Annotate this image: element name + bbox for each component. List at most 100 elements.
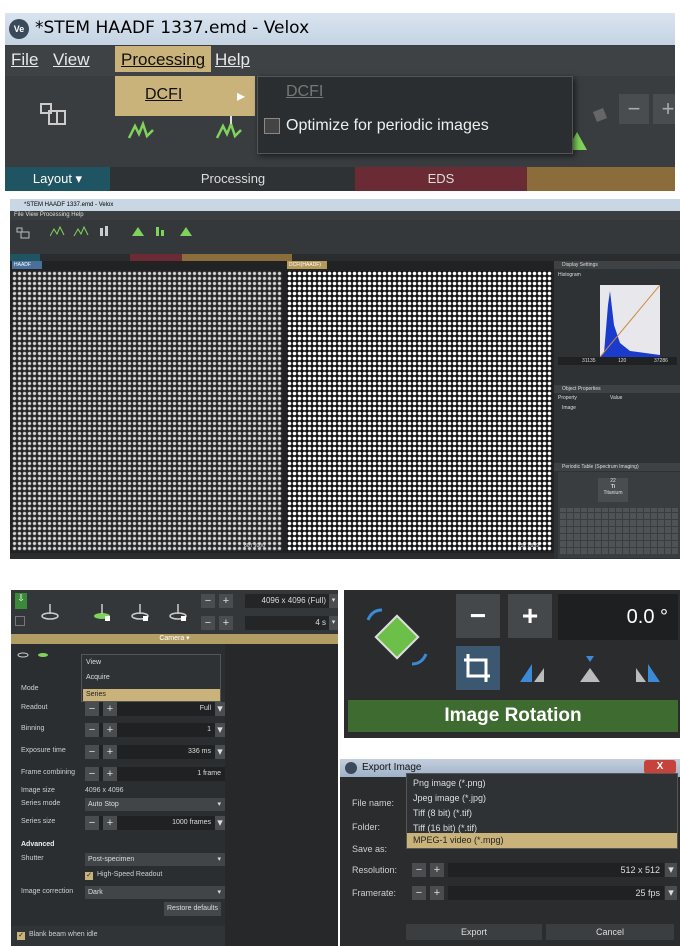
beam-icon-3[interactable] — [129, 602, 151, 624]
format-tiff8[interactable]: Tiff (8 bit) (*.tif) — [413, 808, 472, 818]
popup-view[interactable]: View — [86, 659, 101, 666]
series-minus[interactable]: − — [85, 816, 99, 830]
zoom-minus-button[interactable]: − — [619, 94, 649, 124]
frame-counter-left: 80 / 1000 — [244, 543, 265, 549]
menu-view[interactable]: View — [53, 50, 90, 70]
exposure-field[interactable]: − + 336 ms ▾ — [85, 745, 225, 759]
res-minus-button[interactable]: − — [201, 594, 215, 608]
spectrum-icon[interactable] — [127, 116, 155, 144]
mode-icons[interactable] — [17, 646, 61, 658]
readout-chevron-icon[interactable]: ▾ — [215, 702, 225, 716]
image-correction-select[interactable]: Dark ▾ — [85, 886, 225, 899]
blank-beam-checkbox[interactable]: ✓ — [17, 932, 25, 940]
zoom-plus-button[interactable]: + — [653, 94, 675, 124]
readout-plus[interactable]: + — [103, 702, 117, 716]
periodic-table-header[interactable]: Periodic Table (Spectrum Imaging) — [554, 463, 680, 471]
window-title: *STEM HAADF 1337.emd - Velox — [35, 18, 310, 38]
haadf-image[interactable] — [12, 271, 282, 551]
camera-section-bar[interactable]: Camera ▾ — [11, 634, 338, 644]
popup-acquire[interactable]: Acquire — [86, 674, 110, 681]
layout-dropdown[interactable]: Layout ▾ — [5, 167, 110, 191]
close-button[interactable]: X — [644, 760, 676, 774]
element-grid[interactable] — [560, 508, 679, 554]
optimize-checkbox[interactable] — [264, 118, 280, 134]
resolution-chevron-icon[interactable]: ▾ — [329, 594, 338, 608]
element-icon[interactable] — [585, 106, 613, 134]
cancel-button[interactable]: Cancel — [546, 924, 674, 940]
popup-series[interactable]: Series — [86, 691, 106, 698]
beam-icon-1[interactable] — [39, 602, 61, 624]
tab-haadf[interactable]: HAADF — [12, 261, 42, 269]
binning-field[interactable]: − + 1 ▾ — [85, 723, 225, 737]
export-resolution-chevron-icon[interactable]: ▾ — [665, 863, 677, 877]
object-properties-header[interactable]: Object Properties — [554, 385, 680, 393]
format-tiff16[interactable]: Tiff (16 bit) (*.tif) — [413, 823, 477, 833]
tab-dcfi-haadf[interactable]: DCFI(HAADF) — [287, 261, 327, 269]
layout-icon[interactable] — [39, 100, 67, 128]
dcfi-menu-item[interactable]: DCFI — [145, 86, 182, 104]
series-size-field[interactable]: − + 1000 frames ▾ — [85, 816, 225, 830]
beam-icon-4[interactable] — [167, 602, 189, 624]
rotate-plus-button[interactable]: + — [508, 594, 552, 638]
format-png[interactable]: Png image (*.png) — [413, 778, 486, 788]
exposure-minus[interactable]: − — [85, 745, 99, 759]
settings-square-icon[interactable] — [15, 616, 25, 626]
frame-combining-field[interactable]: − + 1 frame — [85, 767, 225, 781]
frame-minus[interactable]: − — [85, 767, 99, 781]
resolution-field[interactable]: 4096 x 4096 (Full) — [245, 594, 329, 608]
readout-field[interactable]: − + Full ▾ — [85, 702, 225, 716]
dcfi-filtered-image[interactable] — [287, 271, 552, 551]
binning-chevron-icon[interactable]: ▾ — [215, 723, 225, 737]
time-plus-button[interactable]: + — [219, 616, 233, 630]
framerate-field[interactable]: 25 fps — [448, 886, 664, 900]
menu-processing[interactable]: Processing — [115, 46, 212, 72]
flip-left-icon[interactable] — [514, 652, 550, 686]
menu-help[interactable]: Help — [215, 50, 250, 70]
format-mpeg[interactable]: MPEG-1 video (*.mpg) — [413, 835, 504, 845]
rotation-angle-field[interactable]: 0.0 ° — [558, 594, 678, 640]
res-plus-button[interactable]: + — [219, 594, 233, 608]
exposure-chevron-icon[interactable]: ▾ — [215, 745, 225, 759]
time-minus-button[interactable]: − — [201, 616, 215, 630]
exposure-plus[interactable]: + — [103, 745, 117, 759]
resolution-minus-button[interactable]: − — [412, 863, 426, 877]
series-mode-select[interactable]: Auto Stop ▾ — [85, 798, 225, 811]
resolution-plus-button[interactable]: + — [430, 863, 444, 877]
time-chevron-icon[interactable]: ▾ — [329, 616, 338, 630]
eds-icons-small[interactable] — [130, 224, 210, 238]
export-resolution-field[interactable]: 512 x 512 — [448, 863, 664, 877]
menu-file[interactable]: File — [11, 50, 38, 70]
framerate-plus-button[interactable]: + — [430, 886, 444, 900]
rotate-minus-button[interactable]: − — [456, 594, 500, 638]
restore-defaults-button[interactable]: Restore defaults — [164, 902, 221, 916]
spectrum-down-icon[interactable] — [215, 116, 243, 144]
framerate-chevron-icon[interactable]: ▾ — [665, 886, 677, 900]
rotate-diamond-icon[interactable] — [358, 600, 436, 686]
series-plus[interactable]: + — [103, 816, 117, 830]
framerate-minus-button[interactable]: − — [412, 886, 426, 900]
binning-minus[interactable]: − — [85, 723, 99, 737]
optimize-periodic-item[interactable]: Optimize for periodic images — [286, 117, 489, 135]
layout-icon-small[interactable] — [16, 226, 30, 240]
crop-rotate-button[interactable] — [456, 646, 500, 690]
frame-counter-right: 252 / 899 — [518, 543, 539, 549]
display-settings-header[interactable]: Display Settings — [554, 261, 680, 269]
element-cell-ti[interactable]: 22 Ti Titanium — [598, 478, 628, 502]
binning-plus[interactable]: + — [103, 723, 117, 737]
flip-right-icon[interactable] — [630, 652, 666, 686]
shutter-select[interactable]: Post-specimen ▾ — [85, 853, 225, 866]
flip-vertical-icon[interactable] — [572, 652, 608, 686]
beam-icon-2[interactable] — [91, 602, 113, 624]
histogram-tab[interactable]: Histogram — [554, 269, 680, 281]
periodic-table[interactable]: 22 Ti Titanium — [558, 472, 680, 558]
readout-minus[interactable]: − — [85, 702, 99, 716]
image-correction-chevron-icon: ▾ — [217, 889, 221, 896]
histogram-chart[interactable] — [599, 284, 661, 358]
time-field[interactable]: 4 s — [245, 616, 329, 630]
series-chevron-icon[interactable]: ▾ — [215, 816, 225, 830]
format-jpeg[interactable]: Jpeg image (*.jpg) — [413, 793, 486, 803]
export-button[interactable]: Export — [406, 924, 542, 940]
frame-plus[interactable]: + — [103, 767, 117, 781]
high-speed-checkbox[interactable]: ✓ — [85, 872, 93, 880]
acquire-icon[interactable]: ⇩ — [15, 593, 27, 609]
